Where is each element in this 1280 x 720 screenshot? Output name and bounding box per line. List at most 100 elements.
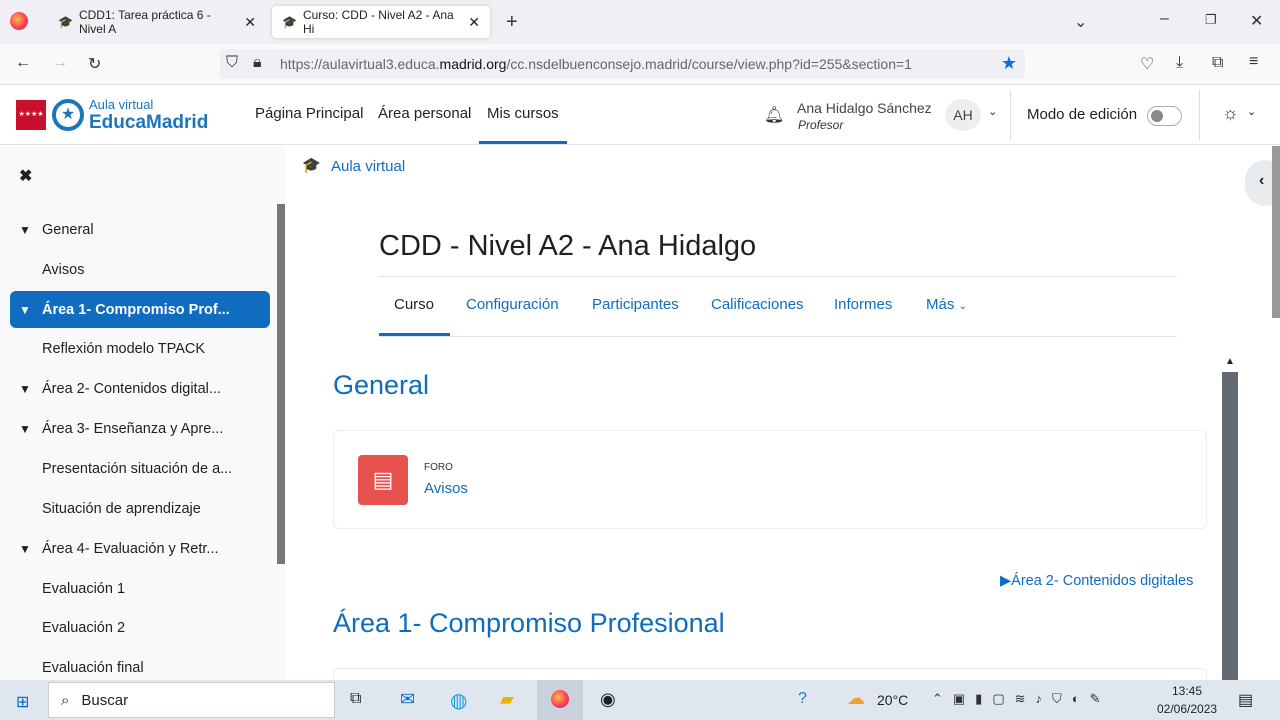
close-tab-icon[interactable]: ✕ bbox=[244, 14, 256, 31]
firefox-taskbar-active[interactable] bbox=[537, 680, 583, 720]
drawer-item[interactable]: Presentación situación de a... bbox=[10, 450, 270, 487]
close-tab-icon[interactable]: ✕ bbox=[468, 14, 480, 31]
active-nav-indicator bbox=[479, 141, 567, 144]
tab-configuracion[interactable]: Configuración bbox=[466, 296, 559, 313]
edge-icon[interactable]: ◍ bbox=[450, 688, 467, 713]
drawer-section-area-3[interactable]: ▼ Área 3- Enseñanza y Apre... bbox=[10, 410, 270, 447]
menu-icon[interactable]: ≡ bbox=[1249, 53, 1258, 71]
tab-informes[interactable]: Informes bbox=[834, 296, 892, 313]
temperature[interactable]: 20°C bbox=[877, 692, 908, 708]
tab-mas[interactable]: Más ⌄ bbox=[926, 296, 967, 313]
forward-icon[interactable]: → bbox=[52, 54, 68, 72]
activity-link-avisos[interactable]: Avisos bbox=[424, 480, 468, 497]
drawer-section-area-1[interactable]: ▼ Área 1- Compromiso Prof... bbox=[10, 291, 270, 328]
restore-button[interactable]: ❐ bbox=[1205, 12, 1217, 28]
logo-title[interactable]: EducaMadrid bbox=[89, 112, 208, 134]
clock-time[interactable]: 13:45 bbox=[1172, 684, 1202, 698]
graduation-cap-icon: 🎓 bbox=[302, 157, 321, 174]
drawer-section-area-4[interactable]: ▼ Área 4- Evaluación y Retr... bbox=[10, 530, 270, 567]
windows-taskbar: ⊞ ⌕ Buscar ⧉ ✉ ◍ ▰ ◉ ? ☁ 20°C ⌃▣▮▢≋♪⛉◐✎ 1… bbox=[0, 680, 1280, 720]
new-tab-button[interactable]: + bbox=[506, 11, 518, 34]
shield-icon[interactable]: ⛉ bbox=[226, 54, 238, 72]
madrid-flag-logo: ★★★★ bbox=[16, 100, 46, 130]
search-icon: ⌕ bbox=[61, 691, 70, 709]
next-section-link[interactable]: ▶Área 2- Contenidos digitales bbox=[1000, 573, 1193, 589]
system-tray-icons[interactable]: ⌃▣▮▢≋♪⛉◐✎ bbox=[932, 691, 1111, 707]
browser-tab[interactable]: 🎓 CDD1: Tarea práctica 6 - Nivel A ✕ bbox=[48, 6, 266, 38]
minimize-button[interactable]: – bbox=[1160, 10, 1169, 28]
scroll-up-icon[interactable]: ▲ bbox=[1225, 356, 1235, 367]
course-index-drawer: ✖ ▼ General Avisos ▼ Área 1- Compromiso Pr… bbox=[0, 146, 285, 680]
site-header: ★★★★ ★ Aula virtual EducaMadrid Página P… bbox=[0, 85, 1280, 145]
theme-gear-icon[interactable]: ☼ bbox=[1222, 103, 1239, 124]
url-bar[interactable]: ⛉ 🔒︎ https://aulavirtual3.educa. madrid.o… bbox=[220, 49, 1025, 79]
activity-type: FORO bbox=[424, 462, 453, 473]
taskbar-search[interactable]: ⌕ Buscar bbox=[48, 682, 335, 718]
chevron-down-icon: ▼ bbox=[19, 381, 31, 396]
page-title: CDD - Nivel A2 - Ana Hidalgo bbox=[379, 230, 757, 262]
help-icon[interactable]: ? bbox=[798, 690, 807, 708]
browser-tab-active[interactable]: 🎓 Curso: CDD - Nivel A2 - Ana Hi ✕ bbox=[272, 6, 490, 38]
divider bbox=[1010, 90, 1011, 140]
drawer-item[interactable]: Evaluación 2 bbox=[10, 609, 270, 646]
lock-icon[interactable]: 🔒︎ bbox=[253, 54, 262, 72]
chevron-down-icon: ▼ bbox=[19, 302, 31, 317]
graduation-cap-icon: 🎓 bbox=[58, 15, 73, 29]
drawer-item[interactable]: Evaluación 1 bbox=[10, 570, 270, 607]
nav-area-personal[interactable]: Área personal bbox=[378, 105, 471, 122]
main-content: 🎓 Aula virtual CDD - Nivel A2 - Ana Hida… bbox=[285, 146, 1280, 688]
windows-start-icon[interactable]: ⊞ bbox=[16, 692, 29, 712]
mail-icon[interactable]: ✉ bbox=[400, 689, 415, 710]
obs-icon[interactable]: ◉ bbox=[600, 689, 616, 710]
clock-date[interactable]: 02/06/2023 bbox=[1157, 702, 1217, 716]
list-tabs-icon[interactable]: ⌄ bbox=[1074, 12, 1087, 32]
browser-tab-bar: 🎓 CDD1: Tarea práctica 6 - Nivel A ✕ 🎓 Curs… bbox=[0, 0, 1280, 44]
tab-participantes[interactable]: Participantes bbox=[592, 296, 679, 313]
close-drawer-icon[interactable]: ✖ bbox=[19, 166, 32, 186]
edit-mode-toggle[interactable] bbox=[1147, 106, 1182, 126]
theme-chevron-icon[interactable]: ⌄ bbox=[1247, 105, 1256, 118]
edit-mode-label: Modo de edición bbox=[1027, 106, 1138, 123]
task-view-icon[interactable]: ⧉ bbox=[350, 690, 361, 708]
drawer-section-area-2[interactable]: ▼ Área 2- Contenidos digital... bbox=[10, 370, 270, 407]
notifications-icon[interactable]: ▤ bbox=[1238, 690, 1253, 710]
back-icon[interactable]: ← bbox=[15, 54, 31, 72]
chevron-down-icon: ▼ bbox=[19, 222, 31, 237]
file-explorer-icon[interactable]: ▰ bbox=[500, 689, 514, 710]
extensions-icon[interactable]: ⧉ bbox=[1212, 54, 1223, 72]
nav-mis-cursos[interactable]: Mis cursos bbox=[487, 105, 559, 122]
content-scrollbar[interactable] bbox=[1222, 372, 1238, 680]
drawer-item[interactable]: Reflexión modelo TPACK bbox=[10, 330, 270, 367]
breadcrumb[interactable]: Aula virtual bbox=[331, 158, 405, 175]
divider bbox=[1199, 90, 1200, 140]
tab-calificaciones[interactable]: Calificaciones bbox=[711, 296, 804, 313]
download-icon[interactable]: ⤓ bbox=[1176, 54, 1183, 72]
bookmark-star-icon[interactable]: ★ bbox=[1001, 53, 1017, 74]
drawer-item[interactable]: Situación de aprendizaje bbox=[10, 490, 270, 527]
nav-pagina-principal[interactable]: Página Principal bbox=[255, 105, 363, 122]
avatar[interactable]: AH bbox=[945, 99, 981, 131]
educamadrid-logo-icon: ★ bbox=[52, 99, 84, 131]
weather-icon[interactable]: ☁ bbox=[847, 688, 865, 709]
reload-icon[interactable]: ↻ bbox=[88, 54, 101, 74]
firefox-icon bbox=[551, 690, 569, 708]
bell-icon[interactable]: 🔔︎ bbox=[764, 105, 784, 125]
page-scrollbar[interactable] bbox=[1272, 146, 1280, 318]
divider bbox=[379, 336, 1177, 337]
graduation-cap-icon: 🎓 bbox=[282, 15, 297, 29]
divider bbox=[379, 276, 1177, 277]
section-title-area-1: Área 1- Compromiso Profesional bbox=[333, 608, 725, 638]
close-window-button[interactable]: ✕ bbox=[1250, 11, 1263, 31]
drawer-section-general[interactable]: ▼ General bbox=[10, 211, 270, 248]
user-name[interactable]: Ana Hidalgo Sánchez bbox=[797, 100, 932, 116]
drawer-scrollbar[interactable] bbox=[277, 204, 285, 564]
user-menu-chevron-icon[interactable]: ⌄ bbox=[988, 105, 997, 118]
drawer-item[interactable]: Avisos bbox=[10, 251, 270, 288]
logo-subtitle[interactable]: Aula virtual bbox=[89, 97, 153, 112]
chevron-down-icon: ▼ bbox=[19, 541, 31, 556]
tab-curso[interactable]: Curso bbox=[394, 296, 434, 313]
pocket-icon[interactable]: ♡ bbox=[1140, 54, 1154, 74]
browser-navbar: ← → ↻ ⛉ 🔒︎ https://aulavirtual3.educa. ma… bbox=[0, 44, 1280, 85]
chevron-down-icon: ⌄ bbox=[958, 301, 967, 312]
firefox-icon[interactable] bbox=[10, 12, 28, 30]
